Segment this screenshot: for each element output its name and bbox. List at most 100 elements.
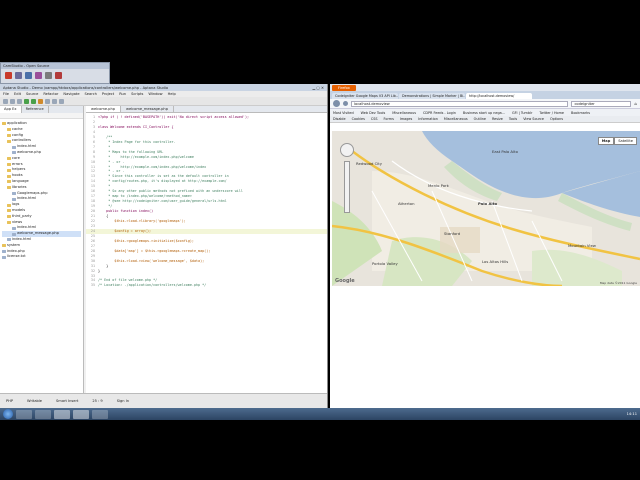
map-attribution: Map data ©2011 Google xyxy=(599,281,637,285)
region-icon[interactable] xyxy=(45,72,52,79)
code-text: $this->load->view('welcome_message', $da… xyxy=(98,258,205,263)
file-icon xyxy=(12,226,16,230)
folder-icon xyxy=(7,133,11,137)
camstudio-toolbar xyxy=(1,69,109,82)
ide-title: Aptana Studio - Demo /xampp/htdocs/appli… xyxy=(3,85,169,90)
code-editor[interactable]: welcome.php welcome_message.php 1 <?php if… xyxy=(86,106,327,393)
forward-icon[interactable] xyxy=(59,98,64,104)
pause-icon[interactable] xyxy=(15,72,22,79)
taskbar: 14:11 xyxy=(0,408,640,420)
google-logo[interactable]: Google xyxy=(335,278,355,284)
start-button-icon[interactable] xyxy=(3,409,13,419)
menu-item[interactable]: Search xyxy=(85,92,97,96)
bookmark-item[interactable]: Web Dev Tools xyxy=(361,111,386,115)
editor-tab[interactable]: welcome_message.php xyxy=(121,106,174,112)
pan-control-icon[interactable] xyxy=(340,143,354,157)
forward-button-icon[interactable] xyxy=(343,101,348,106)
place-label: Portola Valley xyxy=(372,261,398,266)
toolbar-item[interactable]: View Source xyxy=(523,117,544,121)
explorer-tab[interactable]: App Ex xyxy=(0,106,22,113)
menu-item[interactable]: Scripts xyxy=(131,92,143,96)
debug-icon[interactable] xyxy=(31,98,36,104)
bookmarks-toolbar: Most Visited Web Dev Tools Miscellaneous CD… xyxy=(330,109,640,116)
toolbar-item[interactable]: Resize xyxy=(492,117,503,121)
toolbar-item[interactable]: Tools xyxy=(509,117,517,121)
clock[interactable]: 14:11 xyxy=(627,412,637,416)
file-icon xyxy=(2,255,6,259)
taskbar-aptana-icon[interactable] xyxy=(54,409,70,419)
browser-tab[interactable]: CodeIgniter Google Maps V3 API Lib... xyxy=(332,93,398,99)
toolbar-item[interactable]: Disable xyxy=(333,117,346,121)
toolbar-item[interactable]: Information xyxy=(418,117,438,121)
code-text: $data['map'] = $this->googlemaps->create… xyxy=(98,248,211,253)
annotation-icon[interactable] xyxy=(55,72,62,79)
folder-icon xyxy=(7,168,11,172)
print-icon[interactable] xyxy=(17,98,22,104)
firefox-menu-button[interactable]: Firefox xyxy=(332,84,356,91)
toolbar-item[interactable]: Images xyxy=(400,117,412,121)
file-icon xyxy=(12,151,16,155)
toolbar-item[interactable]: Outline xyxy=(474,117,486,121)
back-button-icon[interactable] xyxy=(333,100,340,107)
browser-tabs: CodeIgniter Google Maps V3 API Lib... Dem… xyxy=(330,91,640,99)
taskbar-camstudio-icon[interactable] xyxy=(92,409,108,419)
code-area[interactable]: 1 <?php if ( ! defined('BASEPATH')) exit(… xyxy=(86,113,327,290)
menu-item[interactable]: Project xyxy=(102,92,114,96)
menu-item[interactable]: Source xyxy=(26,92,38,96)
search-box[interactable]: codeigniter xyxy=(571,100,632,107)
menu-item[interactable]: File xyxy=(3,92,9,96)
bookmark-item[interactable]: CDPR Feeds - Login xyxy=(423,111,456,115)
folder-icon xyxy=(7,162,11,166)
tree-node[interactable]: license.txt xyxy=(2,254,81,260)
deploy-icon[interactable] xyxy=(38,98,43,104)
map-type-button[interactable]: Satellite xyxy=(614,137,637,145)
home-icon[interactable]: ⌂ xyxy=(634,101,637,106)
browser-titlebar: Firefox xyxy=(330,84,640,91)
search-icon[interactable] xyxy=(45,98,50,104)
project-explorer: App Ex Reference application cache config co… xyxy=(0,106,84,393)
toolbar-item[interactable]: Forms xyxy=(384,117,394,121)
editor-tab[interactable]: welcome.php xyxy=(86,106,122,112)
toolbar-item[interactable]: Miscellaneous xyxy=(444,117,468,121)
toolbar-item[interactable]: CSS xyxy=(371,117,378,121)
menu-item[interactable]: Edit xyxy=(14,92,21,96)
back-icon[interactable] xyxy=(52,98,57,104)
menu-item[interactable]: Help xyxy=(168,92,176,96)
line-number: 35 xyxy=(90,283,95,288)
record-icon[interactable] xyxy=(5,72,12,79)
stop-icon[interactable] xyxy=(25,72,32,79)
explorer-tab[interactable]: Reference xyxy=(22,106,49,113)
bookmark-item[interactable]: Bookmarks xyxy=(571,111,590,115)
bookmark-item[interactable]: Miscellaneous xyxy=(392,111,416,115)
toolbar-item[interactable]: Options xyxy=(550,117,563,121)
address-bar[interactable]: localhost.demoview xyxy=(351,100,569,107)
bookmark-item[interactable]: Business start up nega... xyxy=(463,111,505,115)
toolbar-item[interactable]: Cookies xyxy=(352,117,365,121)
save-icon[interactable] xyxy=(10,98,15,104)
map-type-button[interactable]: Map xyxy=(597,137,615,145)
new-file-icon[interactable] xyxy=(3,98,8,104)
browser-tab[interactable]: Demonstrations | Simple Marker | Bi... xyxy=(399,93,465,99)
place-label: Redwood City xyxy=(356,161,383,166)
bookmark-item[interactable]: Most Visited xyxy=(333,111,354,115)
browser-tab[interactable]: http://localhost.demoview/ xyxy=(466,93,532,99)
menu-item[interactable]: Window xyxy=(148,92,162,96)
taskbar-media-icon[interactable] xyxy=(35,409,51,419)
status-item: Writable xyxy=(27,399,43,403)
options-icon[interactable] xyxy=(35,72,42,79)
bookmark-item[interactable]: Twitter / Home xyxy=(539,111,564,115)
menu-item[interactable]: Refactor xyxy=(43,92,58,96)
window-controls-icon[interactable]: ▁ ▢ ✕ xyxy=(313,86,324,90)
camstudio-window: CamStudio - Open Source xyxy=(0,62,110,84)
menu-item[interactable]: Run xyxy=(119,92,126,96)
run-icon[interactable] xyxy=(24,98,29,104)
menu-item[interactable]: Navigate xyxy=(63,92,79,96)
camstudio-title: CamStudio - Open Source xyxy=(3,64,50,68)
google-map[interactable]: Map Satellite East Palo Alto Palo Alto Me… xyxy=(332,131,640,286)
taskbar-explorer-icon[interactable] xyxy=(16,409,32,419)
folder-icon xyxy=(7,209,11,213)
taskbar-firefox-icon[interactable] xyxy=(73,409,89,419)
code-text: * config/routes.php, it's displayed at h… xyxy=(98,179,227,184)
zoom-slider[interactable] xyxy=(344,161,350,213)
bookmark-item[interactable]: GFI | Tumblr xyxy=(512,111,532,115)
